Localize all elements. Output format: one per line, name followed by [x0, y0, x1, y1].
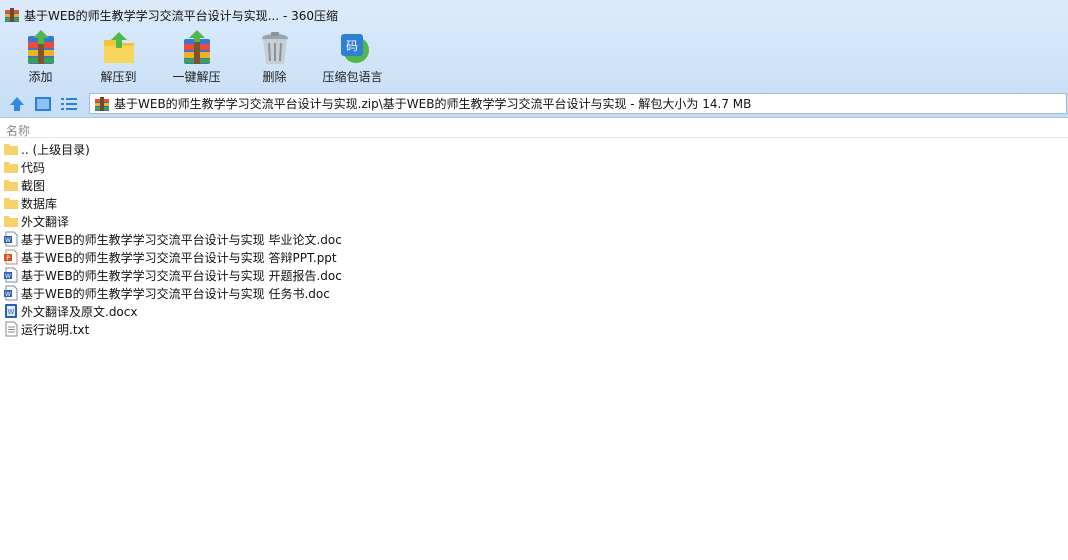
- extract-to-icon: [103, 32, 134, 63]
- archive-language-icon: 码: [340, 34, 369, 63]
- word-doc-icon: W: [4, 267, 18, 283]
- folder-icon: [4, 216, 18, 227]
- extract-to-button[interactable]: 解压到: [81, 30, 156, 88]
- up-arrow-icon: [10, 97, 24, 111]
- file-name: 运行说明.txt: [21, 322, 90, 337]
- file-name: 外文翻译: [21, 214, 70, 229]
- word-doc-icon: W: [4, 231, 18, 247]
- list-item[interactable]: 外文翻译: [0, 212, 1068, 230]
- column-header-name[interactable]: 名称: [6, 122, 30, 139]
- app-window: 基于WEB的师生教学学习交流平台设计与实现... - 360压缩 添加 解压到 …: [0, 0, 1068, 560]
- list-item[interactable]: 代码: [0, 158, 1068, 176]
- list-view-icon: [61, 98, 77, 110]
- list-item[interactable]: W 外文翻译及原文.docx: [0, 302, 1068, 320]
- file-name: 基于WEB的师生教学学习交流平台设计与实现 答辩PPT.ppt: [21, 250, 337, 265]
- file-name: 代码: [21, 160, 46, 175]
- svg-text:W: W: [5, 273, 11, 280]
- view-mode-button[interactable]: [32, 93, 54, 115]
- word-doc-icon: W: [4, 285, 18, 301]
- delete-trash-icon: [261, 32, 288, 64]
- file-list-header: 名称: [0, 119, 1068, 138]
- svg-text:W: W: [8, 308, 15, 316]
- navigation-bar: 基于WEB的师生教学学习交流平台设计与实现.zip\基于WEB的师生教学学习交流…: [0, 90, 1068, 118]
- file-name: 截图: [21, 178, 46, 193]
- list-item[interactable]: W 基于WEB的师生教学学习交流平台设计与实现 任务书.doc: [0, 284, 1068, 302]
- address-path-field[interactable]: 基于WEB的师生教学学习交流平台设计与实现.zip\基于WEB的师生教学学习交流…: [89, 93, 1067, 114]
- folder-icon: [4, 162, 18, 173]
- file-name: 基于WEB的师生教学学习交流平台设计与实现 毕业论文.doc: [21, 232, 342, 247]
- list-item[interactable]: 运行说明.txt: [0, 320, 1068, 338]
- add-button-label: 添加: [28, 70, 53, 84]
- svg-text:W: W: [5, 291, 11, 298]
- view-mode-icon: [35, 97, 51, 111]
- list-item[interactable]: 截图: [0, 176, 1068, 194]
- text-file-icon: [5, 321, 18, 337]
- title-bar: 基于WEB的师生教学学习交流平台设计与实现... - 360压缩: [0, 0, 1068, 30]
- window-title: 基于WEB的师生教学学习交流平台设计与实现... - 360压缩: [24, 8, 338, 23]
- list-item[interactable]: W 基于WEB的师生教学学习交流平台设计与实现 毕业论文.doc: [0, 230, 1068, 248]
- list-item[interactable]: P 基于WEB的师生教学学习交流平台设计与实现 答辩PPT.ppt: [0, 248, 1068, 266]
- folder-icon: [4, 198, 18, 209]
- add-button[interactable]: 添加: [3, 30, 78, 88]
- one-click-extract-button[interactable]: 一键解压: [159, 30, 234, 88]
- toolbar: 添加 解压到 一键解压 删除 码 压缩包语言: [0, 30, 390, 88]
- up-level-button[interactable]: [6, 93, 28, 115]
- svg-text:P: P: [6, 255, 10, 262]
- archive-app-icon: [5, 8, 19, 22]
- header-area: 基于WEB的师生教学学习交流平台设计与实现... - 360压缩 添加 解压到 …: [0, 0, 1068, 118]
- address-path-text: 基于WEB的师生教学学习交流平台设计与实现.zip\基于WEB的师生教学学习交流…: [114, 97, 752, 111]
- zip-archive-icon: [95, 96, 109, 111]
- list-item[interactable]: W 基于WEB的师生教学学习交流平台设计与实现 开题报告.doc: [0, 266, 1068, 284]
- list-item[interactable]: 数据库: [0, 194, 1068, 212]
- powerpoint-icon: P: [4, 249, 18, 265]
- archive-language-button[interactable]: 码 压缩包语言: [315, 30, 390, 88]
- svg-text:码: 码: [345, 39, 357, 53]
- one-click-extract-button-label: 一键解压: [172, 70, 221, 84]
- file-name: .. (上级目录): [21, 142, 90, 157]
- word-docx-icon: W: [5, 304, 17, 318]
- folder-icon: [4, 144, 18, 155]
- file-name: 基于WEB的师生教学学习交流平台设计与实现 任务书.doc: [21, 286, 330, 301]
- add-archive-icon: [27, 30, 54, 64]
- svg-text:W: W: [5, 237, 11, 244]
- file-list: .. (上级目录) 代码 截图 数据库 外文翻译 W 基于WEB的师生教学学习交…: [0, 140, 1068, 338]
- folder-icon: [4, 180, 18, 191]
- one-click-extract-icon: [183, 30, 210, 64]
- extract-to-button-label: 解压到: [100, 70, 137, 84]
- delete-button-label: 删除: [262, 70, 287, 84]
- delete-button[interactable]: 删除: [237, 30, 312, 88]
- list-item-parent-dir[interactable]: .. (上级目录): [0, 140, 1068, 158]
- file-name: 基于WEB的师生教学学习交流平台设计与实现 开题报告.doc: [21, 268, 342, 283]
- list-view-button[interactable]: [58, 93, 80, 115]
- archive-language-button-label: 压缩包语言: [322, 70, 383, 84]
- file-name: 外文翻译及原文.docx: [21, 304, 138, 319]
- file-name: 数据库: [21, 196, 58, 211]
